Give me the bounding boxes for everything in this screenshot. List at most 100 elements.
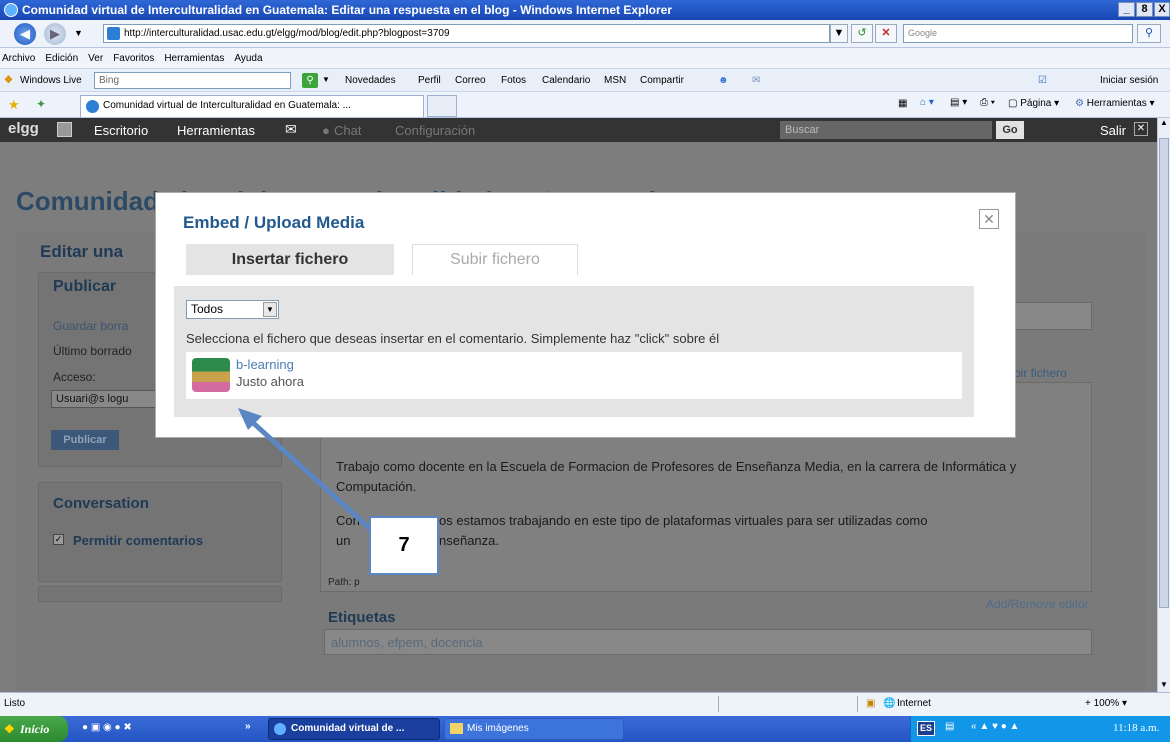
browser-tab[interactable]: Comunidad virtual de Interculturalidad e…: [80, 95, 424, 117]
url-field[interactable]: http://interculturalidad.usac.edu.gt/elg…: [103, 24, 830, 43]
task-images-label: Mis imágenes: [467, 723, 529, 734]
signin-link[interactable]: Iniciar sesión: [1100, 75, 1158, 86]
publish-button[interactable]: Publicar: [51, 430, 119, 450]
tags-input[interactable]: alumnos, efpem, docencia: [324, 629, 1092, 655]
elgg-nav-escritorio[interactable]: Escritorio: [94, 123, 148, 138]
language-indicator[interactable]: ES: [917, 721, 935, 736]
elgg-go-button[interactable]: Go: [996, 121, 1024, 139]
page-menu[interactable]: ▢ Página ▾: [1008, 98, 1059, 109]
search-input[interactable]: Google: [903, 24, 1133, 43]
messages-icon[interactable]: ✉: [285, 121, 297, 138]
add-remove-editor-link[interactable]: Add/Remove editor: [986, 597, 1089, 611]
body-paragraph-3-start: un: [336, 533, 351, 548]
quicklaunch-more-icon[interactable]: »: [245, 721, 251, 732]
conversation-title: Conversation: [53, 495, 149, 512]
page-icon: [107, 27, 120, 40]
bing-search-icon[interactable]: ⚲: [302, 73, 318, 88]
file-thumbnail[interactable]: [192, 358, 230, 392]
file-list-item[interactable]: b-learning Justo ahora: [186, 352, 962, 399]
tray-keyboard-icon[interactable]: ▤: [945, 721, 954, 732]
menu-ver[interactable]: Ver: [88, 53, 103, 64]
back-button[interactable]: ◀: [14, 23, 36, 45]
wl-calendario[interactable]: Calendario: [542, 75, 590, 86]
chat-icon[interactable]: ●: [322, 123, 330, 138]
favorites-star-icon[interactable]: ★: [8, 97, 20, 113]
elgg-nav-configuracion[interactable]: Configuración: [395, 123, 475, 138]
close-button[interactable]: X: [1154, 2, 1170, 17]
allow-comments-checkbox[interactable]: ✓: [53, 534, 64, 545]
logout-icon[interactable]: ✕: [1134, 122, 1148, 136]
internet-zone-icon: 🌐: [883, 698, 896, 709]
task-images[interactable]: Mis imágenes: [444, 718, 624, 740]
zoom-control[interactable]: + 100% ▾: [1085, 698, 1127, 709]
feeds-icon[interactable]: ▤ ▾: [950, 97, 967, 108]
elgg-search-input[interactable]: Buscar: [780, 121, 992, 139]
history-dropdown-icon[interactable]: ▼: [74, 28, 83, 38]
window-title: Comunidad virtual de Interculturalidad e…: [22, 3, 673, 17]
add-favorites-icon[interactable]: ✦: [36, 97, 46, 111]
new-tab-button[interactable]: [427, 95, 457, 117]
tab-insert-file[interactable]: Insertar fichero: [186, 244, 394, 275]
folder-icon: [450, 723, 463, 734]
menu-herramientas[interactable]: Herramientas: [164, 53, 224, 64]
home-icon[interactable]: ⌂ ▾: [920, 97, 934, 108]
access-label: Acceso:: [53, 370, 96, 384]
elgg-nav-herramientas[interactable]: Herramientas: [177, 123, 255, 138]
filter-select[interactable]: Todos ▼: [186, 300, 279, 319]
search-icon[interactable]: ⚲: [1137, 24, 1161, 43]
wl-msn[interactable]: MSN: [604, 75, 626, 86]
taskbar: ❖ Inicio ● ▣ ◉ ● ✖ » Comunidad virtual d…: [0, 716, 1170, 742]
sidebar-footer-box: [38, 586, 282, 602]
wl-perfil[interactable]: Perfil: [418, 75, 441, 86]
tray-icons[interactable]: « ▲ ♥ ● ▲: [971, 721, 1019, 732]
wl-novedades[interactable]: Novedades: [345, 75, 396, 86]
stop-icon[interactable]: ✕: [875, 24, 897, 43]
logout-link[interactable]: Salir: [1100, 123, 1126, 138]
wl-compartir[interactable]: Compartir: [640, 75, 684, 86]
wl-correo[interactable]: Correo: [455, 75, 486, 86]
task-ie-label: Comunidad virtual de ...: [291, 723, 405, 734]
messenger-icon[interactable]: ☻: [718, 75, 729, 86]
wl-fotos[interactable]: Fotos: [501, 75, 526, 86]
menu-archivo[interactable]: Archivo: [2, 53, 35, 64]
tab-upload-file[interactable]: Subir fichero: [412, 244, 578, 275]
start-button[interactable]: ❖ Inicio: [0, 716, 68, 742]
print-icon[interactable]: ⎙ ▾: [980, 97, 995, 108]
url-text: http://interculturalidad.usac.edu.gt/elg…: [124, 28, 450, 39]
save-draft-link[interactable]: Guardar borra: [53, 319, 128, 333]
minimize-button[interactable]: _: [1118, 2, 1135, 17]
url-dropdown-icon[interactable]: ▼: [830, 24, 848, 43]
file-name-link[interactable]: b-learning: [236, 357, 294, 372]
elgg-logo[interactable]: elgg: [8, 120, 39, 137]
windows-live-label[interactable]: Windows Live: [20, 75, 82, 86]
elgg-nav-chat[interactable]: Chat: [334, 123, 361, 138]
scroll-thumb[interactable]: [1159, 138, 1169, 608]
body-paragraph-1: Trabajo como docente en la Escuela de Fo…: [336, 459, 1017, 494]
bing-search-input[interactable]: Bing: [94, 72, 291, 89]
menu-ayuda[interactable]: Ayuda: [234, 53, 262, 64]
filter-dropdown-icon: ▼: [263, 302, 277, 317]
quick-tabs-icon[interactable]: ▦: [898, 98, 907, 109]
menu-favoritos[interactable]: Favoritos: [113, 53, 154, 64]
scroll-down-icon[interactable]: ▼: [1159, 680, 1169, 692]
quicklaunch-icons[interactable]: ● ▣ ◉ ● ✖: [82, 722, 132, 733]
body-paragraph-2-start: Con: [336, 513, 360, 528]
task-ie[interactable]: Comunidad virtual de ...: [268, 718, 440, 740]
conversation-box: Conversation ✓ Permitir comentarios: [38, 482, 282, 582]
refresh-icon[interactable]: ↺: [851, 24, 873, 43]
body-paragraph-2-end: os estamos trabajando en este tipo de pl…: [439, 513, 928, 528]
page-scrollbar[interactable]: ▲ ▼: [1157, 118, 1170, 692]
bing-dropdown-icon[interactable]: ▼: [322, 75, 330, 84]
access-select[interactable]: Usuari@s logu: [51, 390, 161, 408]
upload-file-link[interactable]: bir fichero: [1014, 366, 1067, 380]
user-avatar-icon[interactable]: [57, 122, 72, 137]
modal-close-icon[interactable]: ✕: [979, 209, 999, 229]
maximize-button[interactable]: 8: [1136, 2, 1153, 17]
modal-instruction: Selecciona el fichero que deseas inserta…: [186, 331, 720, 346]
scroll-up-icon[interactable]: ▲: [1159, 118, 1169, 132]
tags-title: Etiquetas: [328, 609, 396, 626]
menu-edicion[interactable]: Edición: [45, 53, 78, 64]
mail-icon[interactable]: ✉: [752, 75, 760, 86]
tools-menu[interactable]: ⚙ Herramientas ▾: [1075, 98, 1155, 109]
forward-button[interactable]: ▶: [44, 23, 66, 45]
